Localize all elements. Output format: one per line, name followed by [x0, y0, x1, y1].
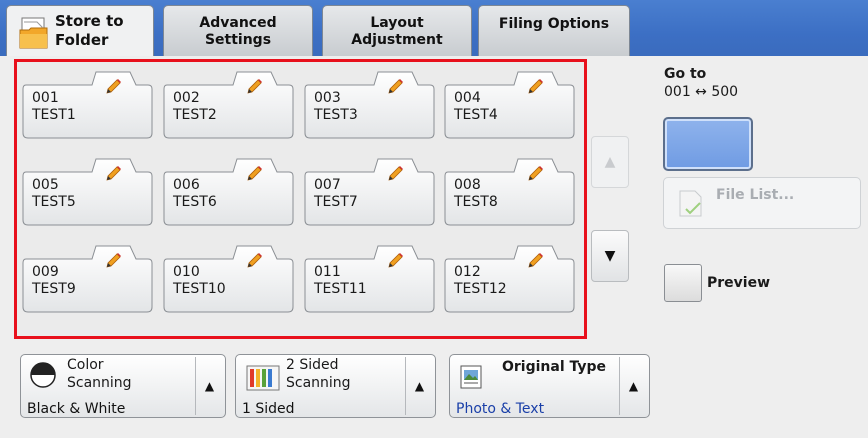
tab-label: Filing Options: [498, 16, 610, 32]
scroll-up-button[interactable]: ▲: [591, 136, 629, 188]
mailbox-button[interactable]: 012 TEST12: [444, 243, 575, 313]
arrow-up-icon: ▲: [204, 379, 215, 393]
mailbox-number: 003: [314, 90, 341, 106]
setting-title: Scanning: [67, 375, 132, 391]
mailbox-button[interactable]: 001 TEST1: [22, 69, 153, 139]
mailbox-name: TEST2: [173, 107, 217, 123]
arrow-up-icon: ▲: [414, 379, 425, 393]
file-list-button[interactable]: File List...: [663, 177, 861, 229]
preview-label: Preview: [707, 275, 771, 291]
tab-label: Folder: [55, 31, 109, 49]
mailbox-button[interactable]: 004 TEST4: [444, 69, 575, 139]
mailbox-button[interactable]: 007 TEST7: [304, 156, 435, 226]
mailbox-number: 002: [173, 90, 200, 106]
pencil-icon: [388, 253, 403, 268]
mailbox-button[interactable]: 011 TEST11: [304, 243, 435, 313]
setting-title: Color: [67, 357, 104, 373]
original-type-button[interactable]: Original Type Photo & Text ▲: [449, 354, 650, 418]
tab-store-to-folder[interactable]: Store to Folder: [6, 5, 154, 60]
mailbox-number: 007: [314, 177, 341, 193]
pencil-icon: [388, 166, 403, 181]
folder-icon: [19, 17, 48, 49]
pencil-icon: [106, 166, 121, 181]
mailbox-number: 005: [32, 177, 59, 193]
tab-layout-adjustment[interactable]: Layout Adjustment: [322, 5, 472, 58]
tab-label: Layout: [370, 15, 424, 31]
file-list-icon: [679, 190, 702, 217]
goto-label: Go to: [664, 66, 707, 82]
mailbox-name: TEST5: [32, 194, 76, 210]
mailbox-number: 001: [32, 90, 59, 106]
setting-title: Scanning: [286, 375, 351, 391]
mailbox-number: 011: [314, 264, 341, 280]
two-sided-arrow-button[interactable]: ▲: [405, 357, 433, 415]
goto-range: 001 ↔ 500: [664, 84, 739, 100]
setting-value: 1 Sided: [242, 401, 295, 417]
pencil-icon: [247, 166, 262, 181]
mailbox-number: 008: [454, 177, 481, 193]
mailbox-number: 009: [32, 264, 59, 280]
preview-checkbox[interactable]: [664, 264, 702, 302]
mailbox-name: TEST12: [454, 281, 507, 297]
arrow-up-icon: ▲: [604, 154, 616, 170]
color-scanning-button[interactable]: Color Scanning Black & White ▲: [20, 354, 226, 418]
mailbox-button[interactable]: 008 TEST8: [444, 156, 575, 226]
mailbox-button[interactable]: 009 TEST9: [22, 243, 153, 313]
tab-label: Advanced: [199, 15, 277, 31]
mailbox-name: TEST10: [173, 281, 226, 297]
duplex-icon: [246, 365, 280, 391]
scroll-down-button[interactable]: ▼: [591, 230, 629, 282]
mailbox-name: TEST11: [314, 281, 367, 297]
mailbox-name: TEST1: [32, 107, 76, 123]
pencil-icon: [247, 253, 262, 268]
main-panel: 001 TEST1 002 TEST2 003 TEST3 004 TEST4 005 TEST5…: [0, 56, 868, 438]
arrow-down-icon: ▼: [604, 248, 616, 264]
pencil-icon: [528, 253, 543, 268]
goto-input[interactable]: [663, 117, 753, 171]
pencil-icon: [528, 79, 543, 94]
original-type-arrow-button[interactable]: ▲: [619, 357, 647, 415]
mailbox-button[interactable]: 003 TEST3: [304, 69, 435, 139]
tab-label: Adjustment: [351, 32, 443, 48]
mailbox-grid: 001 TEST1 002 TEST2 003 TEST3 004 TEST4 005 TEST5…: [14, 59, 587, 339]
pencil-icon: [388, 79, 403, 94]
tab-label: Store to: [55, 12, 124, 30]
color-scanning-arrow-button[interactable]: ▲: [195, 357, 223, 415]
mailbox-name: TEST3: [314, 107, 358, 123]
mailbox-button[interactable]: 006 TEST6: [163, 156, 294, 226]
pencil-icon: [247, 79, 262, 94]
mailbox-name: TEST4: [454, 107, 498, 123]
photo-icon: [460, 365, 482, 389]
setting-title: Original Type: [502, 359, 607, 375]
mailbox-number: 010: [173, 264, 200, 280]
tab-label: Settings: [204, 32, 272, 48]
mailbox-name: TEST9: [32, 281, 76, 297]
tab-filing-options[interactable]: Filing Options: [478, 5, 630, 58]
mailbox-number: 006: [173, 177, 200, 193]
file-list-label: File List...: [716, 187, 795, 203]
tab-bar: Store to Folder Advanced Settings Layout…: [0, 0, 868, 60]
mailbox-button[interactable]: 002 TEST2: [163, 69, 294, 139]
tab-advanced-settings[interactable]: Advanced Settings: [163, 5, 313, 58]
mailbox-name: TEST7: [314, 194, 358, 210]
color-mode-icon: [30, 362, 56, 388]
mailbox-number: 004: [454, 90, 481, 106]
setting-value: Photo & Text: [456, 401, 545, 417]
mailbox-name: TEST6: [173, 194, 217, 210]
pencil-icon: [106, 79, 121, 94]
mailbox-button[interactable]: 005 TEST5: [22, 156, 153, 226]
pencil-icon: [106, 253, 121, 268]
two-sided-scanning-button[interactable]: 2 Sided Scanning 1 Sided ▲: [235, 354, 436, 418]
mailbox-name: TEST8: [454, 194, 498, 210]
arrow-up-icon: ▲: [628, 379, 639, 393]
mailbox-button[interactable]: 010 TEST10: [163, 243, 294, 313]
mailbox-number: 012: [454, 264, 481, 280]
setting-title: 2 Sided: [286, 357, 339, 373]
pencil-icon: [528, 166, 543, 181]
setting-value: Black & White: [27, 401, 126, 417]
